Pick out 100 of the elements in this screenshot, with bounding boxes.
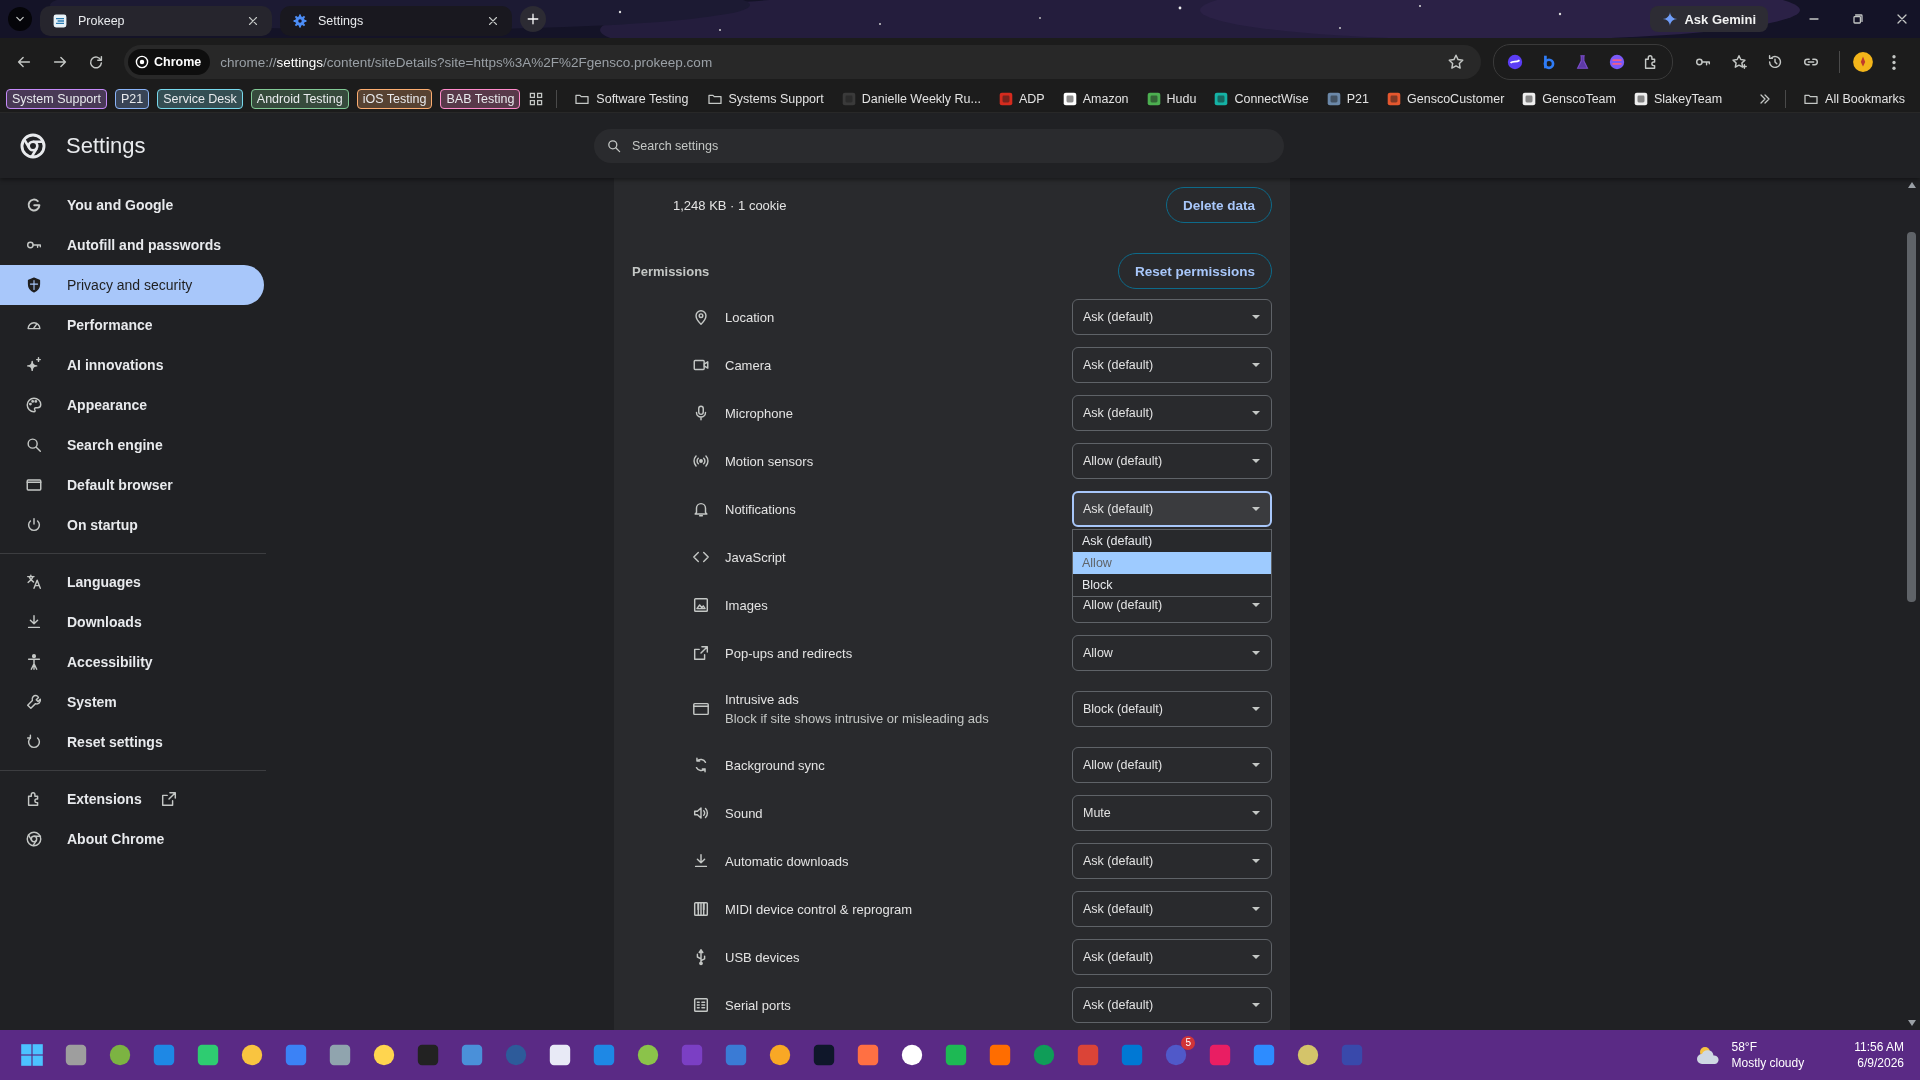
download-icon (692, 852, 710, 870)
permission-label: JavaScript (725, 549, 787, 565)
sidebar-item[interactable]: Appearance (0, 385, 264, 425)
permission-dropdown[interactable]: Allow (1072, 635, 1272, 671)
permission-label: Intrusive ads (725, 692, 800, 707)
scroll-up-icon[interactable] (1907, 182, 1916, 188)
bookmark-link[interactable]: ConnectWise (1209, 92, 1314, 106)
app-icon (768, 1043, 792, 1067)
app-icon (856, 1043, 880, 1067)
reset-icon (25, 733, 43, 751)
favicon-icon (1146, 92, 1161, 106)
sidebar-item[interactable]: Privacy and security (0, 265, 264, 305)
serial-port-icon (692, 996, 710, 1014)
app-icon (944, 1043, 968, 1067)
start-icon[interactable] (20, 1043, 44, 1067)
tab-group-chip[interactable]: System Support (6, 89, 107, 109)
sidebar-item[interactable]: You and Google (0, 185, 264, 225)
sidebar-item[interactable]: Languages (0, 562, 264, 602)
caret-icon (1251, 360, 1261, 370)
sidebar-item[interactable]: Autofill and passwords (0, 225, 264, 265)
bookmark-link[interactable]: Software Testing (569, 91, 694, 107)
search-icon (25, 436, 43, 454)
sidebar-item[interactable]: Downloads (0, 602, 264, 642)
bookmark-link[interactable]: GenscoCustomer (1382, 92, 1510, 106)
app-icon (592, 1043, 616, 1067)
permission-dropdown[interactable]: Block (default) (1072, 691, 1272, 727)
clock[interactable]: 11:56 AM 6/9/2026 (1854, 1039, 1904, 1071)
permission-dropdown[interactable]: Ask (default) (1072, 987, 1272, 1023)
bookmark-link[interactable]: SlakeyTeam (1628, 92, 1728, 106)
sidebar-item[interactable]: Extensions (0, 779, 264, 819)
sidebar-item[interactable]: Accessibility (0, 642, 264, 682)
sidebar-item[interactable]: On startup (0, 505, 264, 545)
weather-widget[interactable]: 58°F Mostly cloudy (1695, 1039, 1805, 1071)
location-pin-icon (692, 308, 710, 326)
permission-label: MIDI device control & reprogram (725, 901, 914, 917)
permission-dropdown[interactable]: Ask (default) (1072, 891, 1272, 927)
permission-dropdown[interactable]: Ask (default) (1072, 843, 1272, 879)
tab-group-chip[interactable]: iOS Testing (356, 89, 433, 109)
search-field[interactable]: Search settings (594, 128, 1284, 163)
bookmark-link[interactable]: Danielle Weekly Ru... (836, 92, 986, 106)
permission-dropdown[interactable]: Ask (default) (1072, 347, 1272, 383)
apps-grid-icon[interactable] (528, 91, 545, 107)
favicon-icon (1062, 92, 1077, 106)
app-icon (1032, 1043, 1056, 1067)
permission-dropdown[interactable]: Allow (default) (1072, 443, 1272, 479)
avatar-icon[interactable] (1852, 51, 1874, 73)
sidebar-item[interactable]: Reset settings (0, 722, 264, 762)
sidebar-item[interactable]: Search engine (0, 425, 264, 465)
permission-dropdown[interactable]: Ask (default) (1072, 299, 1272, 335)
tab-group-chip[interactable]: Service Desk (157, 89, 243, 109)
permission-dropdown[interactable]: Allow (default) (1072, 747, 1272, 783)
bookmark-link[interactable]: Hudu (1141, 92, 1202, 106)
caret-icon (1251, 312, 1261, 322)
external-link-icon (159, 790, 178, 808)
bookmark-link[interactable]: Amazon (1057, 92, 1134, 106)
ask-gemini-button[interactable]: Ask Gemini (1650, 6, 1768, 32)
permission-dropdown[interactable]: Mute (1072, 795, 1272, 831)
all-bookmarks-link[interactable]: All Bookmarks (1798, 91, 1910, 107)
sidebar-item[interactable]: About Chrome (0, 819, 264, 859)
dropdown-option[interactable]: Ask (default) (1073, 530, 1271, 552)
sidebar-item[interactable]: Default browser (0, 465, 264, 505)
bookmark-link[interactable]: Systems Support (701, 91, 829, 107)
bookmark-link[interactable]: GenscoTeam (1517, 92, 1621, 106)
sidebar-item[interactable]: System (0, 682, 264, 722)
tab-group-chip[interactable]: P21 (114, 89, 150, 109)
dropdown-option[interactable]: Allow (1073, 552, 1271, 574)
sensor-waves-icon (692, 452, 710, 470)
chrome-logo-icon (135, 55, 149, 69)
browser-tab[interactable]: Prokeep (40, 6, 272, 36)
browser-tab[interactable]: Settings (280, 6, 512, 36)
sidebar-item[interactable]: Performance (0, 305, 264, 345)
taskbar-app[interactable]: 5 (1156, 1035, 1196, 1075)
bookmark-link[interactable]: ADP (994, 92, 1050, 106)
bookmark-star-icon[interactable] (1447, 53, 1465, 71)
app-icon (416, 1043, 440, 1067)
app-icon (988, 1043, 1012, 1067)
address-bar[interactable]: Chrome chrome://settings/content/siteDetails?site=https%3A%2F%2Fgensco.prokeep.com (124, 45, 1481, 79)
permission-dropdown[interactable]: Ask (default) (1072, 939, 1272, 975)
caret-icon (1251, 952, 1261, 962)
section-heading: Permissions (632, 263, 710, 279)
sidebar-item[interactable]: AI innovations (0, 345, 264, 385)
permission-dropdown[interactable]: Ask (default) (1072, 395, 1272, 431)
favicon-icon (1522, 92, 1537, 106)
site-chip[interactable]: Chrome (128, 49, 211, 75)
extension-icon[interactable] (1506, 53, 1524, 71)
page-title: Settings (66, 132, 146, 159)
chrome-logo-icon (20, 132, 46, 159)
app-icon (108, 1043, 132, 1067)
scrollbar-thumb[interactable] (1907, 232, 1916, 602)
app-icon (240, 1043, 264, 1067)
tab-group-chip[interactable]: Android Testing (250, 89, 349, 109)
storage-usage-text: 1,248 KB · 1 cookie (673, 197, 787, 213)
restore-icon[interactable] (1850, 11, 1866, 27)
translate-icon (25, 573, 43, 591)
permission-dropdown[interactable]: Ask (default) (1072, 491, 1272, 527)
bookmark-link[interactable]: P21 (1321, 92, 1375, 106)
permission-label: Camera (725, 357, 773, 373)
scroll-down-icon[interactable] (1907, 1020, 1916, 1026)
app-icon (372, 1043, 396, 1067)
tab-group-chip[interactable]: BAB Testing (440, 89, 521, 109)
